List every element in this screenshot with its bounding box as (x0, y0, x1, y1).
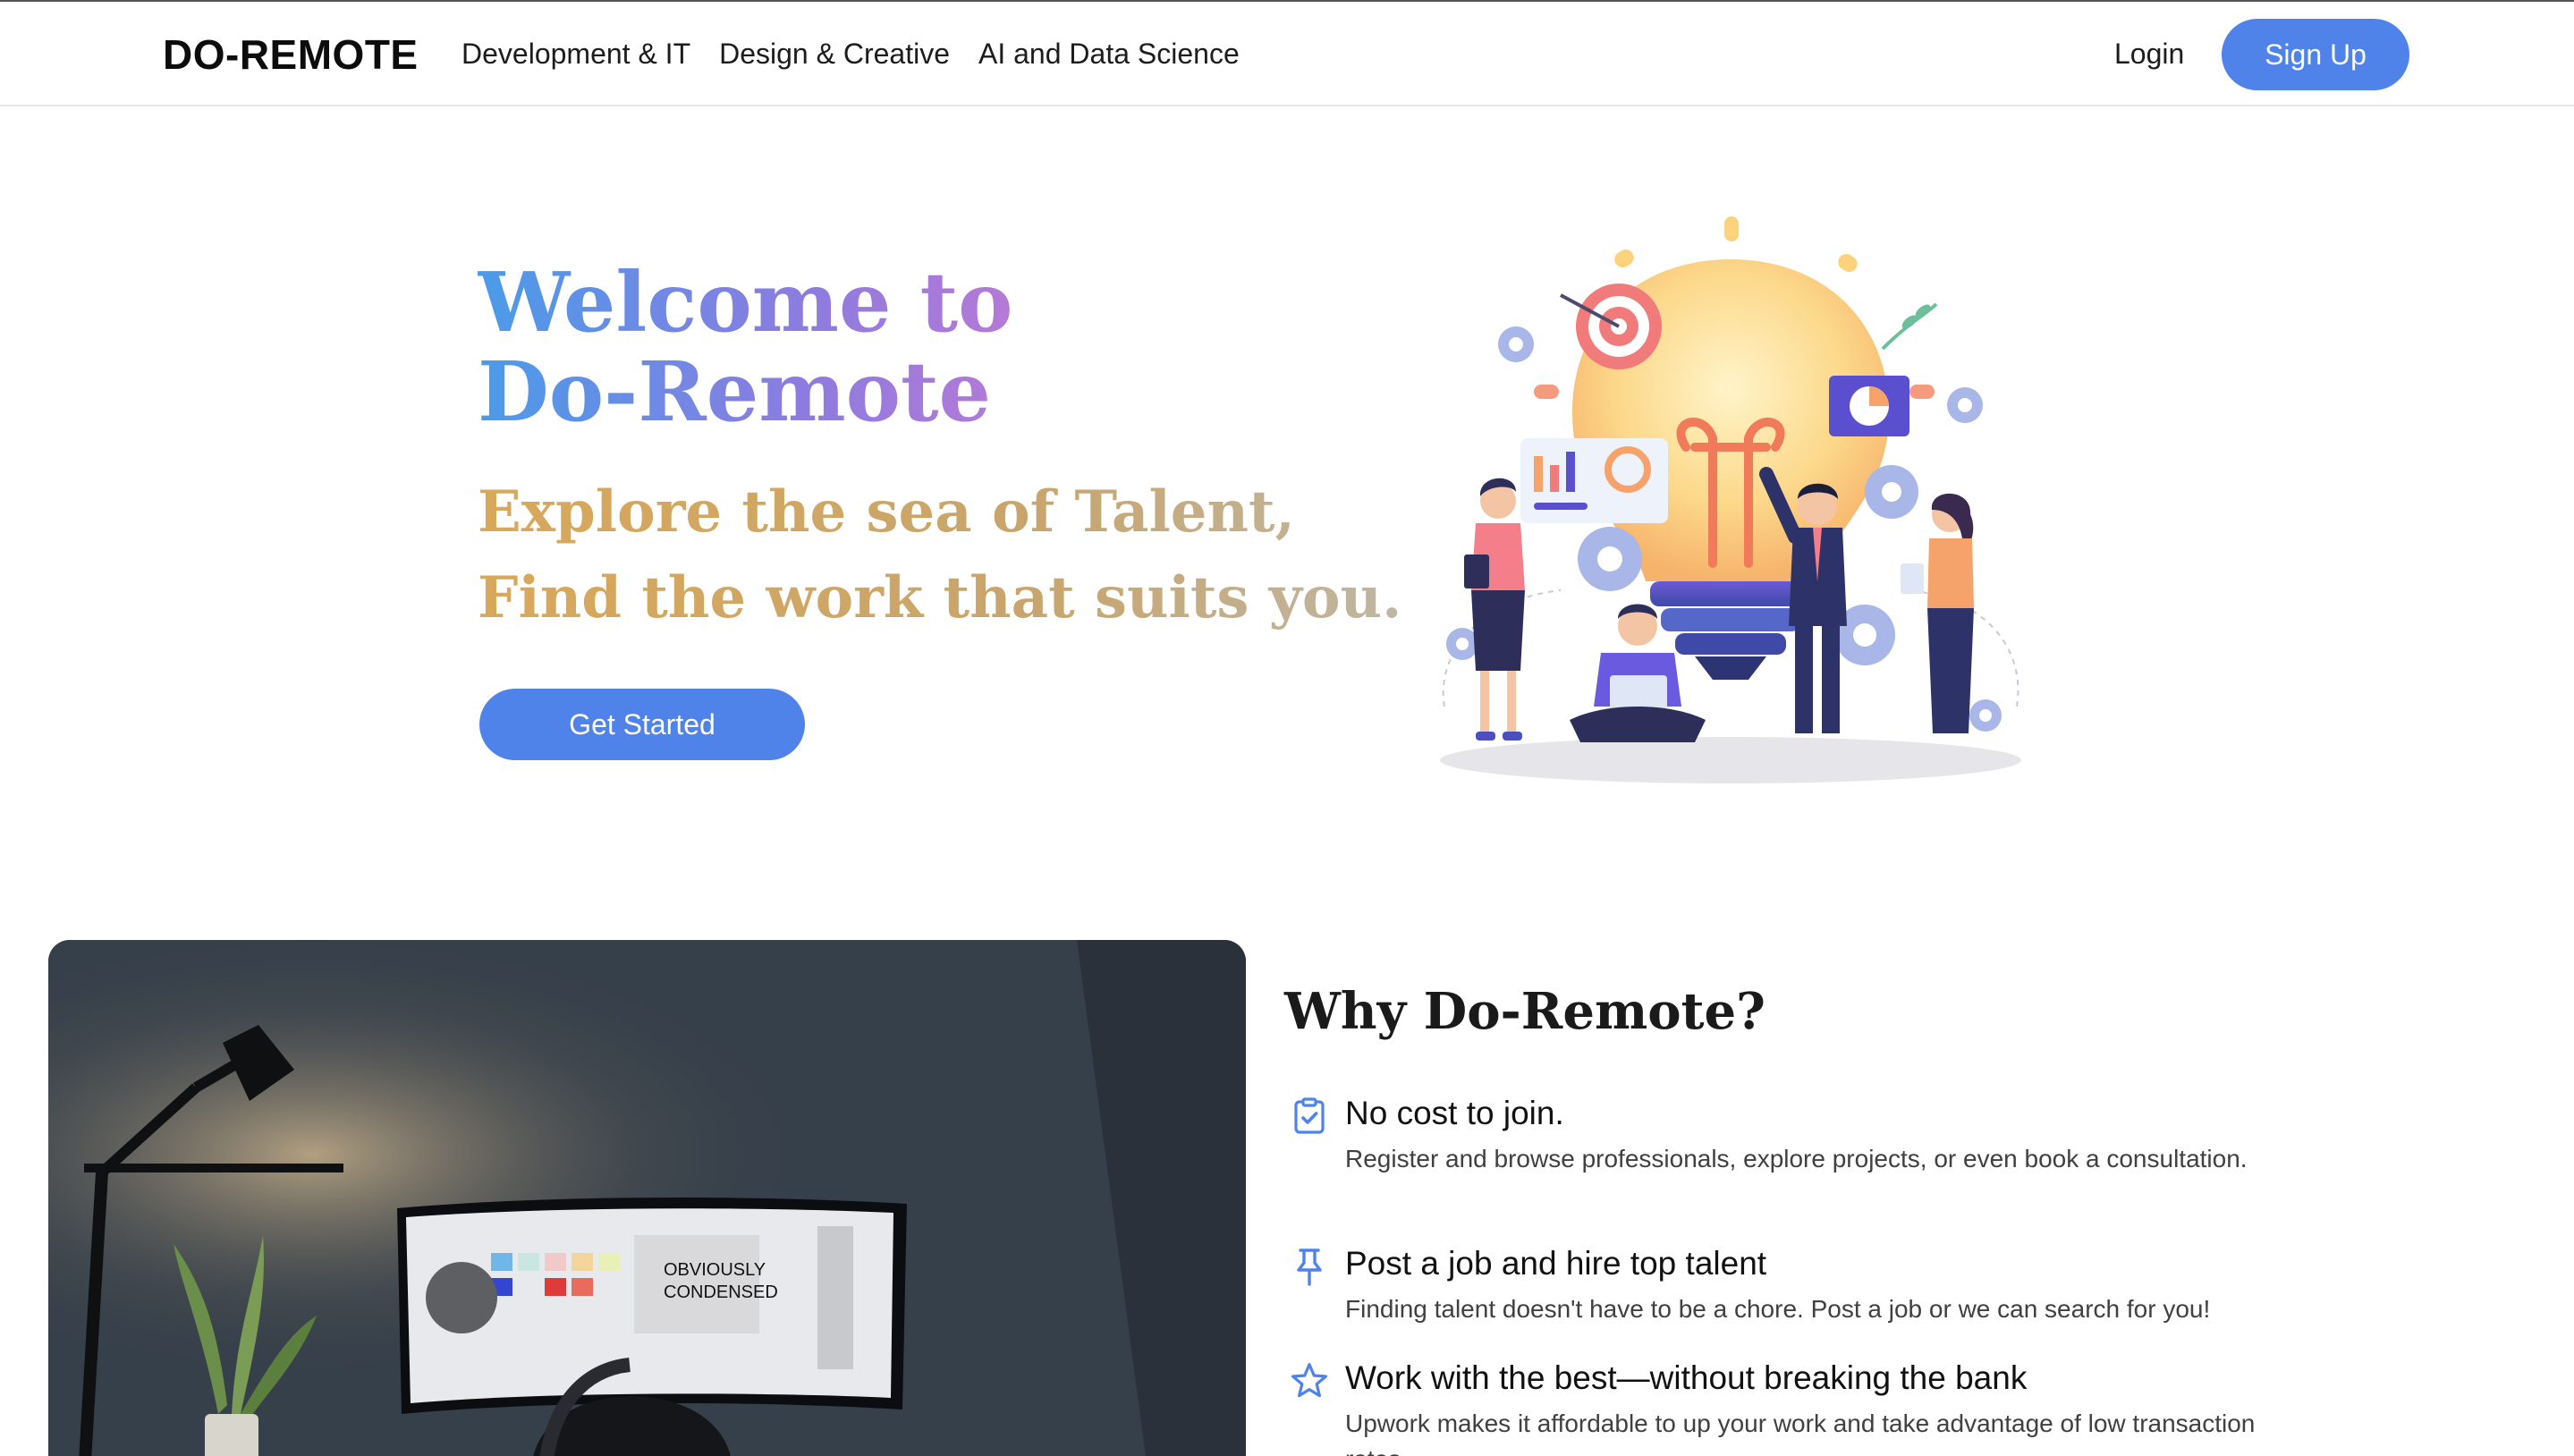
clipboard-check-icon (1294, 1097, 1325, 1134)
star-icon (1291, 1363, 1327, 1398)
hero-subtitle: Explore the sea of Talent, Find the work… (478, 470, 1401, 641)
feature-description: Register and browse professionals, explo… (1345, 1145, 2248, 1172)
pin-icon (1297, 1249, 1322, 1286)
feature-title: No cost to join. (1345, 1095, 1564, 1131)
nav-link-design-creative[interactable]: Design & Creative (719, 38, 950, 71)
screen-text-line-2: CONDENSED (664, 1282, 778, 1302)
signup-button[interactable]: Sign Up (2222, 19, 2409, 90)
why-title: Why Do-Remote? (1284, 982, 1765, 1041)
workspace-photo: OBVIOUSLY CONDENSED (48, 940, 1246, 1456)
microphone (426, 1262, 497, 1333)
feature-title: Work with the best—without breaking the … (1345, 1359, 2028, 1396)
login-link[interactable]: Login (2114, 38, 2184, 71)
navbar: DO-REMOTE Development & IT Design & Crea… (0, 2, 2574, 106)
person-woman-left (1464, 478, 1525, 741)
ground-shadow (1440, 737, 2021, 783)
person-woman-right (1901, 493, 1974, 733)
nav-link-ai-data-science[interactable]: AI and Data Science (978, 38, 1240, 71)
nav-links: Development & IT Design & Creative AI an… (461, 38, 1240, 71)
feature-description: Finding talent doesn't have to be a chor… (1345, 1295, 2211, 1323)
hero-title-line-2: Do-Remote (478, 343, 992, 440)
screen-text-line-1: OBVIOUSLY (664, 1260, 766, 1280)
brand-logo[interactable]: DO-REMOTE (163, 30, 419, 79)
get-started-button[interactable]: Get Started (479, 689, 805, 760)
hero-illustration (1440, 216, 2021, 783)
hero-title-line-1: Welcome to (478, 254, 1013, 351)
feature-description: Upwork makes it affordable to up your wo… (1345, 1409, 2256, 1456)
hero-subtitle-line-1: Explore the sea of Talent, (478, 478, 1295, 546)
nav-link-development-it[interactable]: Development & IT (461, 38, 690, 71)
hero-subtitle-line-2: Find the work that suits you. (478, 564, 1402, 631)
hero-title: Welcome to Do-Remote (478, 258, 1012, 436)
workspace-photo-scene: OBVIOUSLY CONDENSED (48, 940, 1246, 1456)
feature-title: Post a job and hire top talent (1345, 1245, 1767, 1282)
